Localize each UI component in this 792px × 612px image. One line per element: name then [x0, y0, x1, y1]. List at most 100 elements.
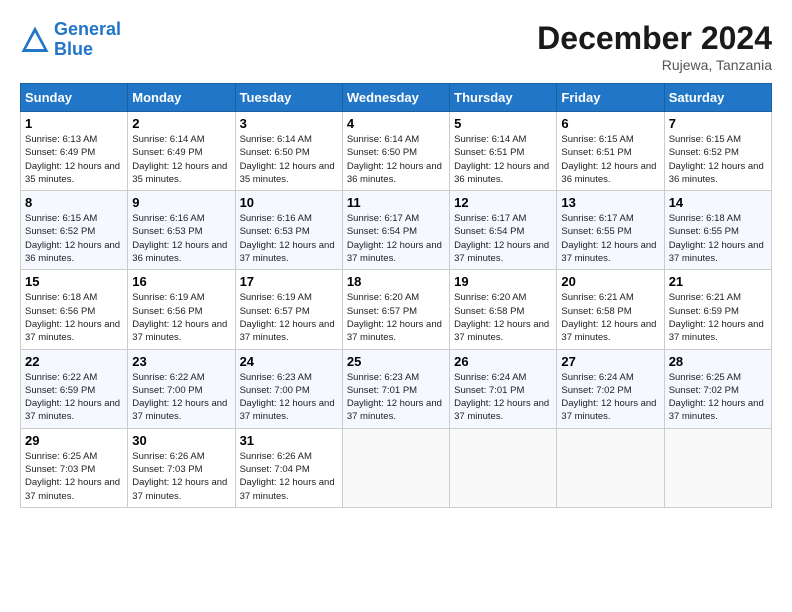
- day-number: 8: [25, 195, 123, 210]
- calendar-cell: 17 Sunrise: 6:19 AM Sunset: 6:57 PM Dayl…: [235, 270, 342, 349]
- calendar-cell: 23 Sunrise: 6:22 AM Sunset: 7:00 PM Dayl…: [128, 349, 235, 428]
- day-info: Sunrise: 6:21 AM Sunset: 6:59 PM Dayligh…: [669, 291, 767, 344]
- calendar-cell: 29 Sunrise: 6:25 AM Sunset: 7:03 PM Dayl…: [21, 428, 128, 507]
- calendar-cell: 10 Sunrise: 6:16 AM Sunset: 6:53 PM Dayl…: [235, 191, 342, 270]
- day-number: 28: [669, 354, 767, 369]
- day-number: 18: [347, 274, 445, 289]
- calendar-cell: 6 Sunrise: 6:15 AM Sunset: 6:51 PM Dayli…: [557, 112, 664, 191]
- day-number: 5: [454, 116, 552, 131]
- day-info: Sunrise: 6:20 AM Sunset: 6:58 PM Dayligh…: [454, 291, 552, 344]
- day-number: 31: [240, 433, 338, 448]
- month-title: December 2024: [537, 20, 772, 57]
- calendar-week-row: 1 Sunrise: 6:13 AM Sunset: 6:49 PM Dayli…: [21, 112, 772, 191]
- calendar-cell: 25 Sunrise: 6:23 AM Sunset: 7:01 PM Dayl…: [342, 349, 449, 428]
- day-number: 19: [454, 274, 552, 289]
- day-number: 15: [25, 274, 123, 289]
- day-info: Sunrise: 6:20 AM Sunset: 6:57 PM Dayligh…: [347, 291, 445, 344]
- page-header: General Blue December 2024 Rujewa, Tanza…: [20, 20, 772, 73]
- calendar-cell: 13 Sunrise: 6:17 AM Sunset: 6:55 PM Dayl…: [557, 191, 664, 270]
- day-number: 29: [25, 433, 123, 448]
- day-number: 16: [132, 274, 230, 289]
- day-number: 27: [561, 354, 659, 369]
- day-number: 23: [132, 354, 230, 369]
- calendar-cell: 21 Sunrise: 6:21 AM Sunset: 6:59 PM Dayl…: [664, 270, 771, 349]
- weekday-header: Monday: [128, 84, 235, 112]
- day-number: 12: [454, 195, 552, 210]
- day-info: Sunrise: 6:25 AM Sunset: 7:02 PM Dayligh…: [669, 371, 767, 424]
- day-info: Sunrise: 6:25 AM Sunset: 7:03 PM Dayligh…: [25, 450, 123, 503]
- calendar-cell: 24 Sunrise: 6:23 AM Sunset: 7:00 PM Dayl…: [235, 349, 342, 428]
- day-number: 22: [25, 354, 123, 369]
- calendar-cell: 28 Sunrise: 6:25 AM Sunset: 7:02 PM Dayl…: [664, 349, 771, 428]
- calendar-cell: 15 Sunrise: 6:18 AM Sunset: 6:56 PM Dayl…: [21, 270, 128, 349]
- calendar-week-row: 22 Sunrise: 6:22 AM Sunset: 6:59 PM Dayl…: [21, 349, 772, 428]
- day-info: Sunrise: 6:22 AM Sunset: 6:59 PM Dayligh…: [25, 371, 123, 424]
- day-info: Sunrise: 6:24 AM Sunset: 7:02 PM Dayligh…: [561, 371, 659, 424]
- day-info: Sunrise: 6:21 AM Sunset: 6:58 PM Dayligh…: [561, 291, 659, 344]
- title-block: December 2024 Rujewa, Tanzania: [537, 20, 772, 73]
- calendar-cell: 22 Sunrise: 6:22 AM Sunset: 6:59 PM Dayl…: [21, 349, 128, 428]
- weekday-header: Sunday: [21, 84, 128, 112]
- logo: General Blue: [20, 20, 121, 60]
- calendar-cell: 30 Sunrise: 6:26 AM Sunset: 7:03 PM Dayl…: [128, 428, 235, 507]
- day-number: 30: [132, 433, 230, 448]
- day-info: Sunrise: 6:18 AM Sunset: 6:56 PM Dayligh…: [25, 291, 123, 344]
- day-info: Sunrise: 6:18 AM Sunset: 6:55 PM Dayligh…: [669, 212, 767, 265]
- calendar-cell: [342, 428, 449, 507]
- day-info: Sunrise: 6:15 AM Sunset: 6:51 PM Dayligh…: [561, 133, 659, 186]
- logo-text: General Blue: [54, 20, 121, 60]
- calendar-cell: 12 Sunrise: 6:17 AM Sunset: 6:54 PM Dayl…: [450, 191, 557, 270]
- calendar-table: SundayMondayTuesdayWednesdayThursdayFrid…: [20, 83, 772, 508]
- day-number: 7: [669, 116, 767, 131]
- day-number: 9: [132, 195, 230, 210]
- day-info: Sunrise: 6:16 AM Sunset: 6:53 PM Dayligh…: [240, 212, 338, 265]
- day-info: Sunrise: 6:19 AM Sunset: 6:57 PM Dayligh…: [240, 291, 338, 344]
- day-info: Sunrise: 6:23 AM Sunset: 7:00 PM Dayligh…: [240, 371, 338, 424]
- day-info: Sunrise: 6:16 AM Sunset: 6:53 PM Dayligh…: [132, 212, 230, 265]
- day-number: 3: [240, 116, 338, 131]
- calendar-cell: 18 Sunrise: 6:20 AM Sunset: 6:57 PM Dayl…: [342, 270, 449, 349]
- day-info: Sunrise: 6:24 AM Sunset: 7:01 PM Dayligh…: [454, 371, 552, 424]
- day-info: Sunrise: 6:17 AM Sunset: 6:55 PM Dayligh…: [561, 212, 659, 265]
- day-info: Sunrise: 6:14 AM Sunset: 6:51 PM Dayligh…: [454, 133, 552, 186]
- day-number: 24: [240, 354, 338, 369]
- weekday-header: Tuesday: [235, 84, 342, 112]
- calendar-cell: 19 Sunrise: 6:20 AM Sunset: 6:58 PM Dayl…: [450, 270, 557, 349]
- calendar-cell: 11 Sunrise: 6:17 AM Sunset: 6:54 PM Dayl…: [342, 191, 449, 270]
- day-number: 6: [561, 116, 659, 131]
- calendar-cell: 26 Sunrise: 6:24 AM Sunset: 7:01 PM Dayl…: [450, 349, 557, 428]
- weekday-header: Friday: [557, 84, 664, 112]
- day-info: Sunrise: 6:19 AM Sunset: 6:56 PM Dayligh…: [132, 291, 230, 344]
- day-number: 11: [347, 195, 445, 210]
- day-info: Sunrise: 6:26 AM Sunset: 7:04 PM Dayligh…: [240, 450, 338, 503]
- calendar-cell: 5 Sunrise: 6:14 AM Sunset: 6:51 PM Dayli…: [450, 112, 557, 191]
- day-number: 21: [669, 274, 767, 289]
- day-info: Sunrise: 6:22 AM Sunset: 7:00 PM Dayligh…: [132, 371, 230, 424]
- day-number: 17: [240, 274, 338, 289]
- day-info: Sunrise: 6:26 AM Sunset: 7:03 PM Dayligh…: [132, 450, 230, 503]
- day-number: 2: [132, 116, 230, 131]
- day-number: 10: [240, 195, 338, 210]
- day-number: 20: [561, 274, 659, 289]
- day-number: 26: [454, 354, 552, 369]
- day-number: 4: [347, 116, 445, 131]
- calendar-cell: 1 Sunrise: 6:13 AM Sunset: 6:49 PM Dayli…: [21, 112, 128, 191]
- weekday-header: Thursday: [450, 84, 557, 112]
- calendar-cell: 3 Sunrise: 6:14 AM Sunset: 6:50 PM Dayli…: [235, 112, 342, 191]
- day-info: Sunrise: 6:15 AM Sunset: 6:52 PM Dayligh…: [669, 133, 767, 186]
- calendar-cell: [450, 428, 557, 507]
- calendar-cell: 16 Sunrise: 6:19 AM Sunset: 6:56 PM Dayl…: [128, 270, 235, 349]
- calendar-cell: 2 Sunrise: 6:14 AM Sunset: 6:49 PM Dayli…: [128, 112, 235, 191]
- day-info: Sunrise: 6:14 AM Sunset: 6:50 PM Dayligh…: [240, 133, 338, 186]
- calendar-cell: 4 Sunrise: 6:14 AM Sunset: 6:50 PM Dayli…: [342, 112, 449, 191]
- day-info: Sunrise: 6:23 AM Sunset: 7:01 PM Dayligh…: [347, 371, 445, 424]
- calendar-header-row: SundayMondayTuesdayWednesdayThursdayFrid…: [21, 84, 772, 112]
- weekday-header: Wednesday: [342, 84, 449, 112]
- calendar-cell: 8 Sunrise: 6:15 AM Sunset: 6:52 PM Dayli…: [21, 191, 128, 270]
- day-info: Sunrise: 6:17 AM Sunset: 6:54 PM Dayligh…: [347, 212, 445, 265]
- day-number: 13: [561, 195, 659, 210]
- calendar-cell: 9 Sunrise: 6:16 AM Sunset: 6:53 PM Dayli…: [128, 191, 235, 270]
- calendar-cell: [557, 428, 664, 507]
- weekday-header: Saturday: [664, 84, 771, 112]
- calendar-cell: 14 Sunrise: 6:18 AM Sunset: 6:55 PM Dayl…: [664, 191, 771, 270]
